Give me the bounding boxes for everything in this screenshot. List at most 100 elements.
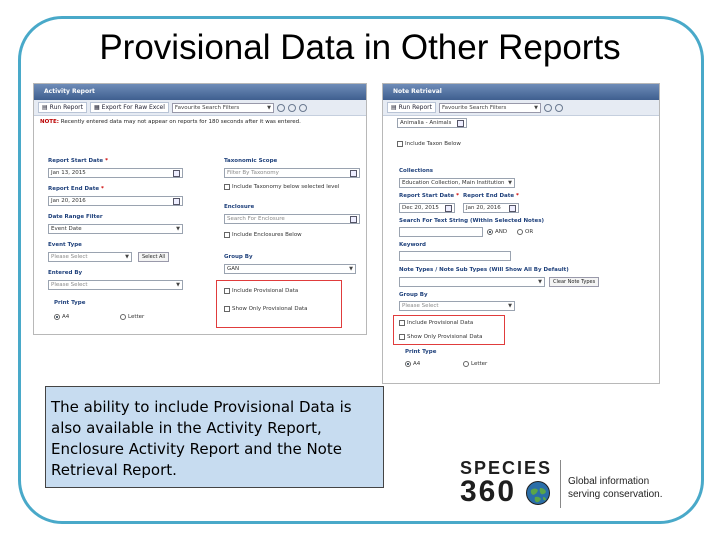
print-a4-label: A4 (413, 361, 421, 367)
chevron-down-icon: ▼ (508, 180, 512, 186)
checkbox-icon (224, 232, 230, 238)
keyword-input[interactable] (399, 251, 511, 261)
include-taxonomy-checkbox[interactable]: Include Taxonomy below selected level (224, 184, 339, 190)
taxonomic-scope-value: Filter By Taxonomy (227, 170, 279, 176)
radio-icon (120, 314, 126, 320)
chevron-down-icon: ▼ (508, 303, 512, 309)
taxonomic-scope-label: Taxonomic Scope (224, 158, 278, 164)
favourite-filters-value: Favourite Search Filters (441, 104, 507, 111)
search-icon[interactable] (350, 169, 357, 177)
print-type-label: Print Type (405, 349, 437, 355)
date-range-label: Date Range Filter (48, 214, 103, 220)
event-type-select[interactable]: Please Select ▼ (48, 252, 132, 262)
save-filter-icon[interactable] (276, 103, 285, 112)
include-enclosures-label: Include Enclosures Below (232, 232, 302, 238)
show-only-provisional-checkbox[interactable]: Show Only Provisional Data (224, 306, 307, 312)
include-enclosures-checkbox[interactable]: Include Enclosures Below (224, 232, 302, 238)
group-by-value: GAN (227, 266, 240, 272)
end-date-value: Jan 20, 2016 (466, 205, 501, 211)
calendar-icon[interactable] (173, 197, 180, 205)
print-a4-radio[interactable]: A4 (54, 314, 69, 320)
include-provisional-label: Include Provisional Data (232, 288, 299, 294)
chevron-down-icon: ▼ (176, 282, 180, 288)
end-date-field[interactable]: Jan 20, 2016 (48, 196, 183, 206)
run-report-button[interactable]: ▤ Run Report (38, 102, 87, 113)
enclosure-label: Enclosure (224, 204, 255, 210)
scope-field[interactable]: Animalia - Animals (397, 118, 467, 128)
include-provisional-label: Include Provisional Data (407, 320, 474, 326)
or-label: OR (525, 229, 534, 235)
radio-selected-icon (487, 229, 493, 235)
globe-icon (526, 481, 550, 505)
chevron-down-icon: ▼ (534, 104, 538, 111)
species360-logo: SPECIES 360 Global information serving c… (460, 458, 680, 518)
calendar-icon[interactable] (445, 204, 452, 212)
entered-by-select[interactable]: Please Select ▼ (48, 280, 183, 290)
end-date-value: Jan 20, 2016 (51, 198, 86, 204)
radio-selected-icon (54, 314, 60, 320)
chevron-down-icon: ▼ (176, 226, 180, 232)
enclosure-field[interactable]: Search For Enclosure (224, 214, 360, 224)
checkbox-icon (399, 320, 405, 326)
scope-value: Animalia - Animals (400, 120, 452, 126)
window-title: Activity Report (44, 88, 95, 95)
entered-by-value: Please Select (51, 282, 88, 288)
refresh-icon[interactable] (554, 103, 563, 112)
and-radio[interactable]: AND (487, 229, 507, 235)
settings-icon[interactable] (287, 103, 296, 112)
run-report-label: Run Report (49, 104, 83, 111)
run-report-button[interactable]: ▤ Run Report (387, 102, 436, 113)
search-text-label: Search For Text String (Within Selected … (399, 218, 544, 224)
note-retrieval-title-bar: Note Retrieval (383, 84, 659, 100)
logo-tagline-2: serving conservation. (568, 489, 663, 500)
search-icon[interactable] (350, 215, 357, 223)
run-report-label: Run Report (398, 104, 432, 111)
excel-icon: ▦ (93, 104, 100, 111)
start-date-label: Report Start Date * (399, 193, 459, 199)
run-report-icon: ▤ (391, 104, 397, 111)
favourite-filters-select[interactable]: Favourite Search Filters ▼ (171, 102, 274, 113)
show-only-provisional-label: Show Only Provisional Data (232, 306, 308, 312)
print-letter-radio[interactable]: Letter (463, 361, 487, 367)
calendar-icon[interactable] (173, 169, 180, 177)
start-date-field[interactable]: Dec 20, 2015 (399, 203, 455, 213)
radio-selected-icon (405, 361, 411, 367)
end-date-label: Report End Date * (463, 193, 519, 199)
logo-number-text: 360 (460, 475, 517, 508)
refresh-icon[interactable] (298, 103, 307, 112)
start-date-label-text: Report Start Date (48, 158, 104, 164)
include-provisional-checkbox[interactable]: Include Provisional Data (224, 288, 298, 294)
export-excel-button[interactable]: ▦ Export For Raw Excel (89, 102, 169, 113)
group-by-select[interactable]: Please Select ▼ (399, 301, 515, 311)
and-label: AND (495, 229, 508, 235)
logo-divider (560, 460, 561, 508)
collections-select[interactable]: Education Collection, Main Institution ▼ (399, 178, 515, 188)
note-types-select[interactable]: ▼ (399, 277, 545, 287)
or-radio[interactable]: OR (517, 229, 533, 235)
select-all-button[interactable]: Select All (138, 252, 170, 262)
print-type-label: Print Type (54, 300, 86, 306)
group-by-select[interactable]: GAN ▼ (224, 264, 356, 274)
end-date-field[interactable]: Jan 20, 2016 (463, 203, 519, 213)
show-only-provisional-checkbox[interactable]: Show Only Provisional Data (399, 334, 482, 340)
collections-value: Education Collection, Main Institution (402, 180, 505, 186)
report-note: NOTE: Recently entered data may not appe… (34, 116, 366, 128)
print-a4-radio[interactable]: A4 (405, 361, 420, 367)
date-range-select[interactable]: Event Date ▼ (48, 224, 183, 234)
include-taxon-checkbox[interactable]: Include Taxon Below (397, 141, 461, 147)
taxonomic-scope-field[interactable]: Filter By Taxonomy (224, 168, 360, 178)
print-letter-radio[interactable]: Letter (120, 314, 144, 320)
favourite-filters-select[interactable]: Favourite Search Filters ▼ (438, 102, 541, 113)
search-icon[interactable] (457, 119, 464, 127)
search-text-input[interactable] (399, 227, 483, 237)
include-provisional-checkbox[interactable]: Include Provisional Data (399, 320, 473, 326)
calendar-icon[interactable] (509, 204, 516, 212)
run-report-icon: ▤ (42, 104, 48, 111)
clear-note-types-button[interactable]: Clear Note Types (549, 277, 600, 287)
note-types-label: Note Types / Note Sub Types (Will Show A… (399, 267, 569, 273)
include-taxon-label: Include Taxon Below (405, 141, 461, 147)
start-date-field[interactable]: Jan 13, 2015 (48, 168, 183, 178)
print-letter-label: Letter (128, 314, 145, 320)
save-filter-icon[interactable] (543, 103, 552, 112)
start-date-value: Dec 20, 2015 (402, 205, 439, 211)
